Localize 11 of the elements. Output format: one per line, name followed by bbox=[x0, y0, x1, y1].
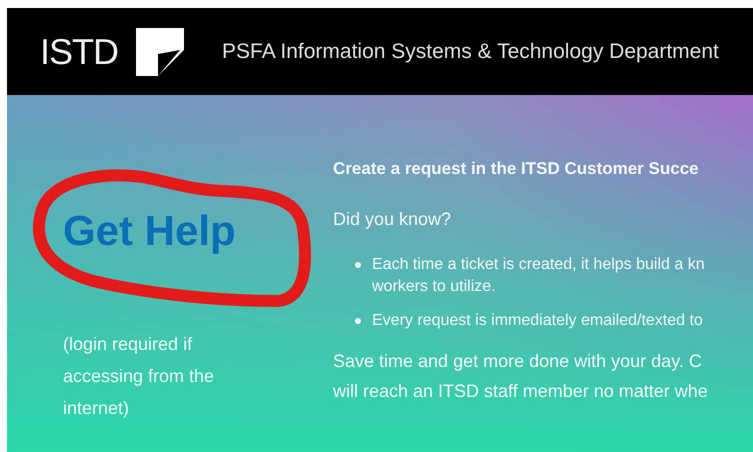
site-abbreviation: ISTD bbox=[40, 30, 118, 72]
bullet-icon bbox=[355, 318, 361, 324]
section-heading: Create a request in the ITSD Customer Succe bbox=[333, 159, 700, 179]
logo-icon bbox=[136, 28, 184, 76]
subheading: Did you know? bbox=[333, 209, 452, 230]
login-note: (login required if accessing from the internet) bbox=[63, 333, 216, 420]
closing-paragraph: Save time and get more done with your day. C will reach an ITSD staff member no matter whe bbox=[333, 350, 708, 403]
bullet-text: Each time a ticket is created, it helps build a kn workers to utilize. bbox=[372, 255, 705, 297]
bullet-text: Every request is immediately emailed/texted to bbox=[372, 311, 703, 331]
department-title: PSFA Information Systems & Technology Department bbox=[222, 40, 719, 64]
bullet-icon bbox=[355, 262, 361, 268]
